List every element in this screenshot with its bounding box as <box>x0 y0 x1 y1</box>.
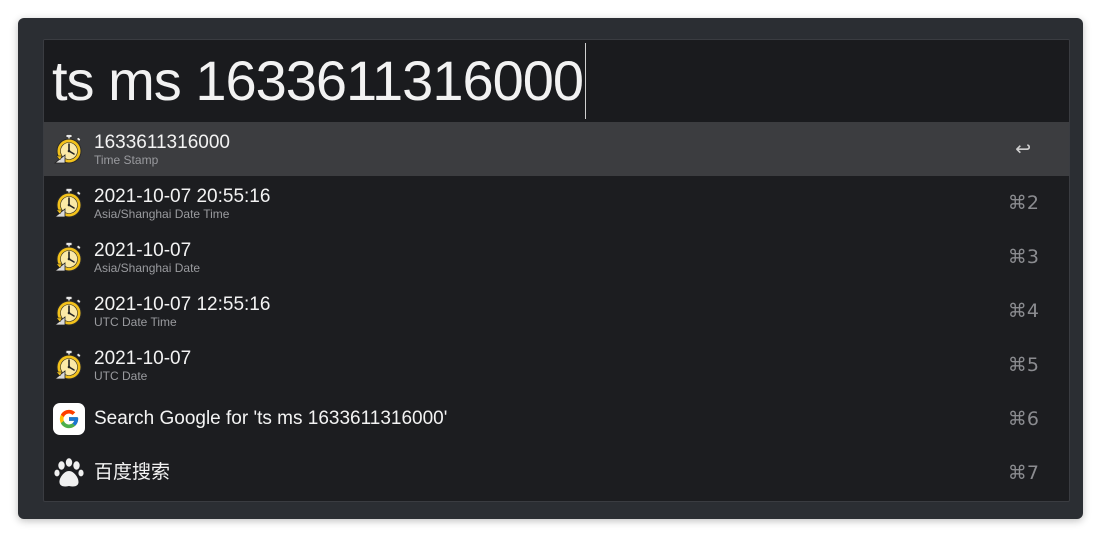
results-list: 1633611316000 Time Stamp ↩ 2021-10-07 20… <box>44 122 1069 500</box>
stopwatch-icon <box>52 186 86 220</box>
query-bar: ts ms 1633611316000 <box>44 40 1069 122</box>
result-subtitle: UTC Date <box>94 369 148 383</box>
return-key-hint: ↩ <box>1015 138 1031 160</box>
query-input[interactable]: ts ms 1633611316000 <box>52 43 1052 120</box>
result-title: 2021-10-07 12:55:16 <box>94 294 271 315</box>
shortcut-hint: ⌘5 <box>1007 354 1039 376</box>
stopwatch-icon <box>52 132 86 166</box>
query-text: ts ms 1633611316000 <box>52 49 584 112</box>
result-row-google-search[interactable]: Search Google for 'ts ms 1633611316000' … <box>44 392 1069 446</box>
result-title: 2021-10-07 <box>94 348 192 369</box>
result-row-utc-date[interactable]: 2021-10-07 UTC Date ⌘5 <box>44 338 1069 392</box>
result-subtitle: Time Stamp <box>94 153 159 167</box>
google-icon <box>52 402 86 436</box>
result-row-shanghai-date[interactable]: 2021-10-07 Asia/Shanghai Date ⌘3 <box>44 230 1069 284</box>
result-row-shanghai-datetime[interactable]: 2021-10-07 20:55:16 Asia/Shanghai Date T… <box>44 176 1069 230</box>
paw-icon <box>52 456 86 490</box>
result-title: 1633611316000 <box>94 132 230 153</box>
stopwatch-icon <box>52 294 86 328</box>
result-title: 2021-10-07 20:55:16 <box>94 186 271 207</box>
shortcut-hint: ⌘4 <box>1007 300 1039 322</box>
launcher-window: ts ms 1633611316000 1633611316000 Time S… <box>18 18 1083 519</box>
launcher-panel: ts ms 1633611316000 1633611316000 Time S… <box>43 39 1070 502</box>
result-subtitle: Asia/Shanghai Date <box>94 261 201 275</box>
shortcut-hint: ⌘7 <box>1007 462 1039 484</box>
result-title: 2021-10-07 <box>94 240 192 261</box>
result-title: Search Google for 'ts ms 1633611316000' <box>94 408 448 429</box>
stopwatch-icon <box>52 348 86 382</box>
result-subtitle: UTC Date Time <box>94 315 177 329</box>
shortcut-hint: ⌘6 <box>1007 408 1039 430</box>
shortcut-hint: ⌘3 <box>1007 246 1039 268</box>
stopwatch-icon <box>52 240 86 274</box>
result-title: 百度搜索 <box>94 462 171 483</box>
result-row-utc-datetime[interactable]: 2021-10-07 12:55:16 UTC Date Time ⌘4 <box>44 284 1069 338</box>
result-row-baidu-search[interactable]: 百度搜索 ⌘7 <box>44 446 1069 500</box>
text-caret <box>585 43 587 120</box>
result-subtitle: Asia/Shanghai Date Time <box>94 207 230 221</box>
shortcut-hint: ⌘2 <box>1007 192 1039 214</box>
result-row-timestamp[interactable]: 1633611316000 Time Stamp ↩ <box>44 122 1069 176</box>
